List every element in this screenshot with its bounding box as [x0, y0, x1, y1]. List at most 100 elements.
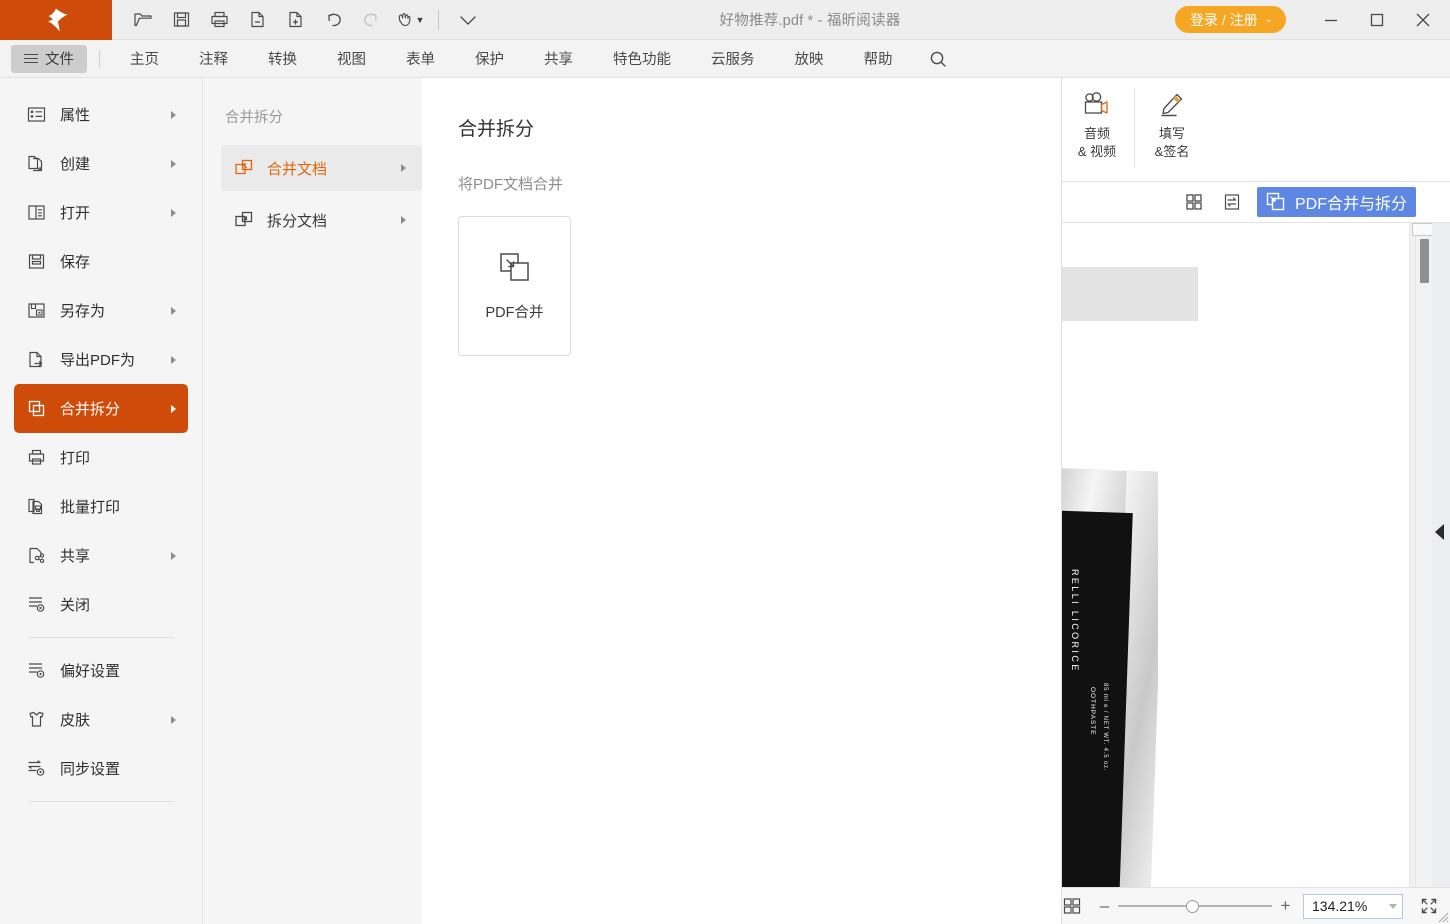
customize-toolbar-icon[interactable] — [451, 5, 485, 35]
menu-item-save[interactable]: 保存 — [14, 237, 188, 286]
tab-home[interactable]: 主页 — [110, 40, 179, 78]
tab-comment[interactable]: 注释 — [179, 40, 248, 78]
tab-file[interactable]: 文件 — [11, 45, 87, 73]
grid-view-icon[interactable] — [1181, 189, 1207, 215]
menu-item-label: 打开 — [60, 202, 90, 223]
collapse-right-panel-icon[interactable] — [1435, 524, 1444, 540]
chevron-right-icon — [171, 160, 176, 168]
submenu-item-merge-doc[interactable]: 合并文档 — [221, 145, 422, 191]
print-icon[interactable] — [202, 5, 236, 35]
maximize-button[interactable] — [1354, 0, 1400, 40]
app-logo — [0, 0, 112, 40]
tab-view[interactable]: 视图 — [317, 40, 386, 78]
tab-share[interactable]: 共享 — [524, 40, 593, 78]
menu-item-skin[interactable]: 皮肤 — [14, 695, 188, 744]
zoom-level-input[interactable]: 134.21% — [1303, 894, 1403, 919]
menu-item-label: 属性 — [60, 104, 90, 125]
menu-item-export-pdf[interactable]: 导出PDF为 — [14, 335, 188, 384]
open-icon[interactable] — [126, 5, 160, 35]
menu-item-share[interactable]: 共享 — [14, 531, 188, 580]
submenu-item-split-doc[interactable]: 拆分文档 — [221, 197, 422, 243]
menu-item-open[interactable]: 打开 — [14, 188, 188, 237]
tab-convert[interactable]: 转换 — [248, 40, 317, 78]
menu-item-label: 导出PDF为 — [60, 349, 135, 370]
menu-item-preferences[interactable]: 偏好设置 — [14, 646, 188, 695]
tab-help[interactable]: 帮助 — [844, 40, 913, 78]
delete-page-icon[interactable] — [240, 5, 274, 35]
save-as-icon — [26, 301, 46, 321]
right-tool-ribbon: 音频 & 视频 填写 &签名 — [1062, 78, 1450, 182]
submenu-item-label: 拆分文档 — [267, 210, 327, 231]
fill-sign-label: 填写 &签名 — [1155, 125, 1190, 160]
document-vertical-scrollbar[interactable] — [1415, 223, 1432, 887]
merge-split-icon — [26, 399, 46, 419]
compare-swap-icon[interactable] — [1219, 189, 1245, 215]
split-doc-icon — [234, 210, 254, 230]
menu-item-print[interactable]: 打印 — [14, 433, 188, 482]
tab-protect[interactable]: 保护 — [455, 40, 524, 78]
add-page-icon[interactable] — [278, 5, 312, 35]
menu-item-close[interactable]: 关闭 — [14, 580, 188, 629]
menu-item-label: 关闭 — [60, 594, 90, 615]
menu-item-sync-settings[interactable]: 同步设置 — [14, 744, 188, 793]
pdf-merge-split-button[interactable]: PDF合并与拆分 — [1257, 187, 1416, 217]
menu-item-save-as[interactable]: 另存为 — [14, 286, 188, 335]
create-icon — [26, 154, 46, 174]
chevron-right-icon — [401, 216, 406, 224]
window-controls: 登录 / 注册 ⌄ — [1175, 0, 1450, 40]
properties-icon — [26, 105, 46, 125]
pdf-merge-card[interactable]: PDF合并 — [458, 216, 571, 356]
menu-item-create[interactable]: 创建 — [14, 139, 188, 188]
menu-item-batch-print[interactable]: 批量打印 — [14, 482, 188, 531]
tab-form[interactable]: 表单 — [386, 40, 455, 78]
undo-icon[interactable] — [316, 5, 350, 35]
zoom-level-value: 134.21% — [1312, 898, 1367, 914]
minimize-button[interactable] — [1308, 0, 1354, 40]
resize-grip[interactable] — [1435, 909, 1449, 923]
hand-tool-caret-icon[interactable]: ▼ — [416, 15, 425, 25]
search-icon[interactable] — [919, 40, 957, 78]
zoom-out-button[interactable]: – — [1098, 896, 1111, 916]
video-camera-icon — [1080, 92, 1114, 118]
hamburger-icon — [24, 54, 38, 64]
backstage-content-pane: 合并拆分 将PDF文档合并 PDF合并 — [422, 78, 1061, 924]
product-flavor-text: RELLI LICORICE — [1070, 569, 1080, 673]
zoom-slider-handle[interactable] — [1186, 900, 1199, 913]
tab-cloud-service[interactable]: 云服务 — [691, 40, 775, 78]
tab-file-label: 文件 — [45, 48, 74, 69]
document-title: 好物推荐.pdf * - 福昕阅读器 — [485, 9, 1175, 30]
tab-special-features[interactable]: 特色功能 — [593, 40, 691, 78]
zoom-in-button[interactable]: + — [1279, 896, 1292, 916]
chevron-right-icon — [171, 405, 176, 413]
chevron-right-icon — [171, 111, 176, 119]
hand-tool-icon[interactable]: ▼ — [392, 5, 426, 35]
chevron-down-icon: ⌄ — [1265, 14, 1273, 25]
close-doc-icon — [26, 595, 46, 615]
preferences-icon — [26, 661, 46, 681]
login-register-button[interactable]: 登录 / 注册 ⌄ — [1175, 6, 1286, 33]
tab-slideshow[interactable]: 放映 — [775, 40, 844, 78]
application-window: ▼ 好物推荐.pdf * - 福昕阅读器 登录 / 注册 ⌄ — [0, 0, 1450, 924]
menu-divider-bottom — [28, 801, 174, 802]
document-canvas[interactable]: ARVIS RELLI LICORICE OOTHPASTE 85 ml e /… — [1062, 223, 1450, 887]
menu-item-label: 另存为 — [60, 300, 105, 321]
menu-item-properties[interactable]: 属性 — [14, 90, 188, 139]
redo-icon — [354, 5, 388, 35]
audio-video-button[interactable]: 音频 & 视频 — [1062, 86, 1132, 174]
close-button[interactable] — [1400, 0, 1446, 40]
save-icon[interactable] — [164, 5, 198, 35]
submenu-header: 合并拆分 — [203, 106, 422, 127]
fill-sign-button[interactable]: 填写 &签名 — [1137, 86, 1207, 174]
quick-access-toolbar: ▼ — [112, 0, 485, 40]
menu-item-label: 合并拆分 — [60, 398, 120, 419]
pdf-merge-card-label: PDF合并 — [486, 301, 544, 322]
zoom-slider[interactable] — [1118, 905, 1272, 907]
document-tool-strip: PDF合并与拆分 — [1062, 182, 1450, 223]
export-pdf-icon — [26, 350, 46, 370]
zoom-dropdown-icon[interactable] — [1389, 904, 1397, 909]
ribbon-divider — [99, 50, 100, 68]
scrollbar-thumb[interactable] — [1420, 239, 1429, 283]
menu-item-merge-split[interactable]: 合并拆分 — [14, 384, 188, 433]
right-ribbon-divider — [1134, 88, 1135, 168]
ribbon-tab-bar: 文件 主页 注释 转换 视图 表单 保护 共享 特色功能 云服务 放映 帮助 — [0, 40, 1450, 78]
